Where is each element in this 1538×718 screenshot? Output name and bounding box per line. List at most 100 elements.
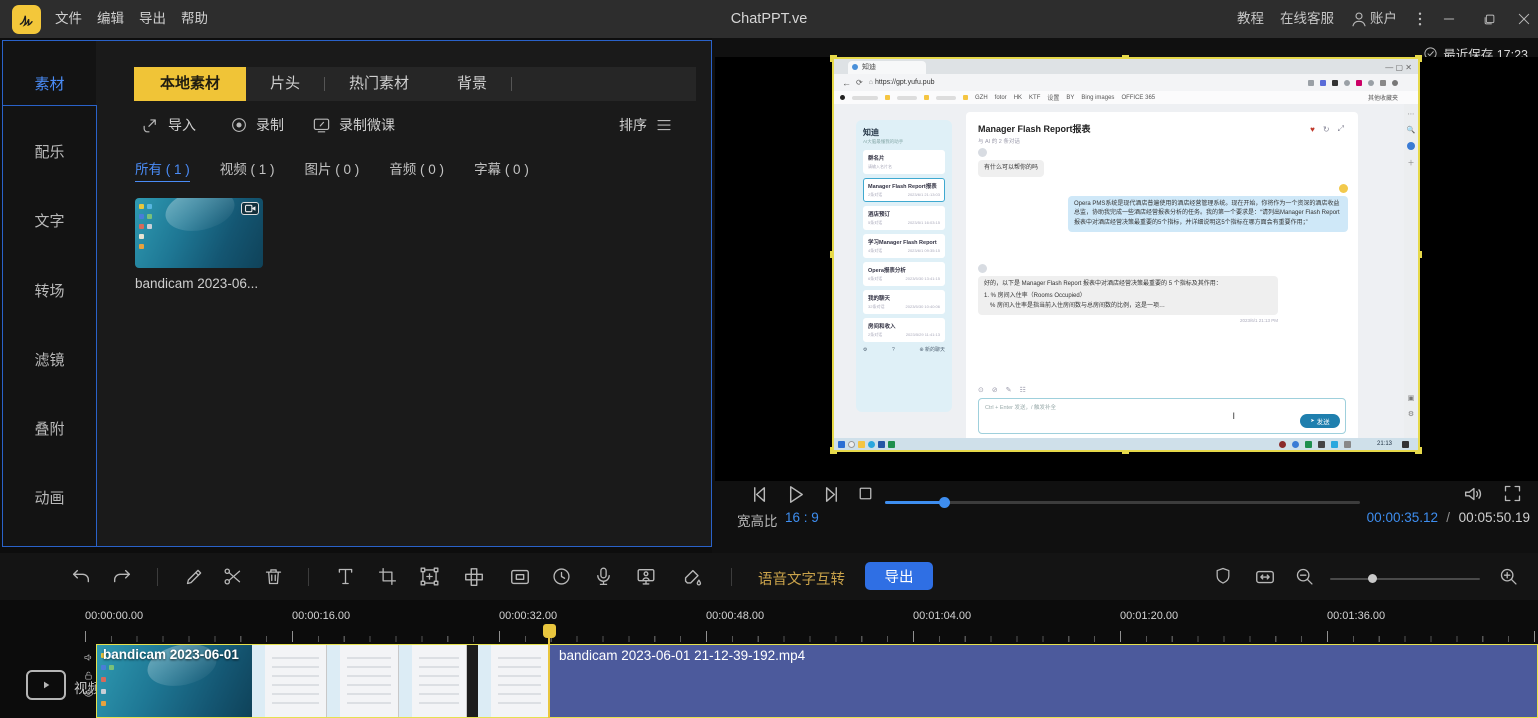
sidebar-item-music[interactable]: 配乐 [3,141,96,162]
preview-canvas: 知迪 — ▢ ✕ ← ⟳ ⌂ https://gpt.yufu.pub [715,57,1538,481]
snap-toggle-icon[interactable] [1213,566,1233,586]
ruler-label: 00:01:20.00 [1120,610,1178,622]
stop-button[interactable] [855,483,876,504]
voiceover-tool-button[interactable] [593,566,614,587]
duration-tool-button[interactable] [551,566,572,587]
close-button[interactable] [1513,8,1535,30]
sidebar-item-overlay[interactable]: 叠附 [3,418,96,439]
playhead-line [548,637,550,718]
minimize-button[interactable] [1438,8,1460,30]
captured-chat-main: Manager Flash Report报表 与 AI 的 2 条对话 ♥ ↻ … [966,112,1358,442]
ruler-label: 00:00:48.00 [706,610,764,622]
captured-page: 知迪 AI大脑最懂我的助手 群名片请输入名片名 Manager Flash Re… [834,104,1404,438]
sidebar-item-animation[interactable]: 动画 [3,487,96,508]
toolbar-divider [157,568,158,586]
video-badge-icon [241,202,259,215]
ruler-label: 00:00:32.00 [499,610,557,622]
seek-knob[interactable] [939,497,950,508]
left-nav-rail: 素材 配乐 文字 转场 滤镜 叠附 动画 [3,41,96,546]
timeline-clip[interactable]: bandicam 2023-06-01 bandicam 2023-06-01 … [96,644,1538,718]
record-course-label: 录制微课 [339,115,395,135]
app-window: 文件 编辑 导出 帮助 ChatPPT.ve 教程 在线客服 账户 素材 配乐 … [0,0,1538,718]
sidebar-item-filter[interactable]: 滤镜 [3,349,96,370]
ruler-label: 00:01:36.00 [1327,610,1385,622]
timeline-zoom-slider[interactable] [1330,578,1480,580]
track-controls [83,652,94,699]
filter-all[interactable]: 所有 ( 1 ) [135,158,190,182]
sidebar-item-material[interactable]: 素材 [3,73,96,94]
timeline-ruler[interactable] [85,626,1538,642]
account-icon[interactable] [1350,10,1368,28]
material-item-name: bandicam 2023-06... [135,276,263,291]
filter-image[interactable]: 图片 ( 0 ) [305,158,360,182]
ruler-label: 00:00:16.00 [292,610,350,622]
captured-browser-tab: 知迪 [848,61,926,74]
redo-button[interactable] [111,566,133,588]
sort-button[interactable]: 排序 [619,115,673,135]
timeline: 00:00:00.00 00:00:16.00 00:00:32.00 00:0… [0,600,1538,718]
next-frame-button[interactable] [819,483,842,506]
time-divider: / [1446,510,1450,525]
captured-browser-titlebar: 知迪 — ▢ ✕ [834,59,1418,74]
edit-toolbar: 语音文字互转 导出 [0,553,1538,600]
delete-tool-button[interactable] [263,566,284,587]
track-mute-icon[interactable] [83,652,94,663]
edit-tool-button[interactable] [184,566,205,587]
prev-frame-button[interactable] [749,483,772,506]
sidebar-item-transition[interactable]: 转场 [3,280,96,301]
tutorial-link[interactable]: 教程 [1237,0,1264,38]
preview-panel: 最近保存 17:23 知迪 — ▢ ✕ ← [712,38,1538,553]
fit-timeline-icon[interactable] [1254,566,1276,588]
fullscreen-icon[interactable] [1502,483,1523,504]
presenter-tool-button[interactable] [635,566,657,588]
toolbar-divider [308,568,309,586]
cut-tool-button[interactable] [222,566,243,587]
track-visibility-icon[interactable] [83,688,94,699]
zoom-out-icon[interactable] [1294,566,1315,587]
captured-app-sidebar: 知迪 AI大脑最懂我的助手 群名片请输入名片名 Manager Flash Re… [856,120,952,412]
export-button[interactable]: 导出 [865,562,933,590]
aspect-ratio-value[interactable]: 16 : 9 [785,510,819,525]
playhead[interactable] [543,624,556,638]
tab-local-material[interactable]: 本地素材 [134,67,246,101]
import-button[interactable]: 导入 [141,115,196,135]
captured-url: https://gpt.yufu.pub [875,79,935,86]
video-frame[interactable]: 知迪 — ▢ ✕ ← ⟳ ⌂ https://gpt.yufu.pub [832,57,1420,452]
zoom-in-icon[interactable] [1498,566,1519,587]
splice-tool-button[interactable] [463,566,485,588]
account-label[interactable]: 账户 [1370,0,1397,38]
play-button[interactable] [784,483,807,506]
tab-intro[interactable]: 片头 [246,67,324,101]
filter-audio[interactable]: 音频 ( 0 ) [389,158,444,182]
record-button[interactable]: 录制 [230,115,284,135]
text-tool-button[interactable] [335,566,356,587]
timeline-zoom-knob[interactable] [1368,574,1377,583]
toolbar-divider [731,568,732,586]
more-menu-icon[interactable] [1411,10,1429,28]
add-frame-tool-button[interactable] [419,566,440,587]
online-support-link[interactable]: 在线客服 [1280,0,1334,38]
ruler-label: 00:00:00.00 [85,610,143,622]
undo-button[interactable] [70,566,92,588]
panel-divider [3,105,96,106]
fill-tool-button[interactable] [681,566,703,588]
seek-slider[interactable] [885,501,1360,504]
record-course-button[interactable]: 录制微课 [312,115,395,135]
maximize-button[interactable] [1478,8,1500,30]
tab-hot-material[interactable]: 热门素材 [325,67,433,101]
pip-tool-button[interactable] [509,566,531,588]
crop-tool-button[interactable] [377,566,398,587]
filter-subtitle[interactable]: 字幕 ( 0 ) [474,158,529,182]
filter-video[interactable]: 视频 ( 1 ) [220,158,275,182]
asset-panel: 素材 配乐 文字 转场 滤镜 叠附 动画 本地素材 片头 热门素材 背景 导入 [2,40,712,547]
material-item[interactable]: bandicam 2023-06... [135,198,263,291]
ruler-label: 00:01:04.00 [913,610,971,622]
voice-text-button[interactable]: 语音文字互转 [758,568,845,589]
clip-thumbnail [399,645,467,717]
tab-background[interactable]: 背景 [433,67,511,101]
track-lock-icon[interactable] [83,670,94,681]
total-duration: 00:05:50.19 [1459,510,1530,525]
clip-thumbnail [252,645,327,717]
volume-icon[interactable] [1462,483,1484,505]
sidebar-item-text[interactable]: 文字 [3,210,96,231]
